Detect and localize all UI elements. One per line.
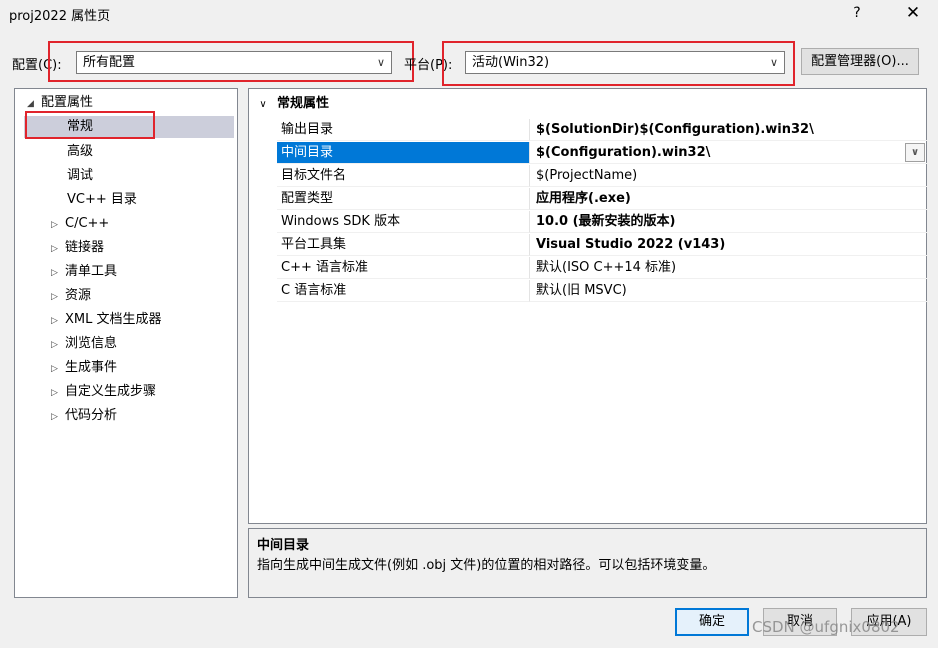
collapsed-triangle-icon[interactable]: ▷ <box>51 286 65 308</box>
property-name: 中间目录 <box>277 142 530 164</box>
property-value[interactable]: $(ProjectName) <box>530 165 927 187</box>
tree-item-label: 自定义生成步骤 <box>65 384 157 399</box>
property-value[interactable]: 默认(旧 MSVC) <box>530 280 927 302</box>
tree-item-label: C/C++ <box>65 216 110 231</box>
ok-button[interactable]: 确定 <box>675 608 749 636</box>
help-button[interactable]: ? <box>845 2 869 24</box>
chevron-down-icon[interactable]: ∨ <box>249 95 277 115</box>
tree-item-xml-doc[interactable]: ▷ XML 文档生成器 <box>51 309 162 331</box>
property-row[interactable]: C++ 语言标准 默认(ISO C++14 标准) <box>277 257 927 280</box>
property-value[interactable]: $(SolutionDir)$(Configuration).win32\ <box>530 119 927 141</box>
collapsed-triangle-icon[interactable]: ▷ <box>51 310 65 332</box>
tree-item-label: 配置属性 <box>41 95 94 110</box>
property-name: 配置类型 <box>277 188 530 210</box>
property-row[interactable]: C 语言标准 默认(旧 MSVC) <box>277 280 927 303</box>
property-row[interactable]: 目标文件名 $(ProjectName) <box>277 165 927 188</box>
tree-item-label: 生成事件 <box>65 360 118 375</box>
property-row[interactable]: 配置类型 应用程序(.exe) <box>277 188 927 211</box>
tree-item-label: XML 文档生成器 <box>65 312 162 327</box>
tree-item-manifest-tool[interactable]: ▷ 清单工具 <box>51 261 117 283</box>
grid-section-header[interactable]: ∨ 常规属性 <box>249 94 329 114</box>
property-value[interactable]: $(Configuration).win32\ ∨ <box>530 142 927 164</box>
property-value-text: $(Configuration).win32\ <box>536 145 711 160</box>
config-manager-button[interactable]: 配置管理器(O)... <box>801 48 919 75</box>
property-value[interactable]: 10.0 (最新安装的版本) <box>530 211 927 233</box>
property-tree: ◢ 配置属性 常规 高级 调试 VC++ 目录 ▷ C/C++ ▷ 链接器 ▷ 清单工具… <box>14 88 238 598</box>
description-title: 中间目录 <box>257 538 310 553</box>
property-row[interactable]: 输出目录 $(SolutionDir)$(Configuration).win3… <box>277 119 927 142</box>
tree-item-label: 链接器 <box>65 240 105 255</box>
tree-item-label: 浏览信息 <box>65 336 118 351</box>
watermark: CSDN @ufgnix0802 <box>752 618 900 636</box>
collapsed-triangle-icon[interactable]: ▷ <box>51 214 65 236</box>
property-name: 目标文件名 <box>277 165 530 187</box>
property-value[interactable]: 应用程序(.exe) <box>530 188 927 210</box>
dropdown-button[interactable]: ∨ <box>905 143 925 162</box>
collapsed-triangle-icon[interactable]: ▷ <box>51 262 65 284</box>
property-name: 输出目录 <box>277 119 530 141</box>
tree-item-resources[interactable]: ▷ 资源 <box>51 285 91 307</box>
property-row[interactable]: Windows SDK 版本 10.0 (最新安装的版本) <box>277 211 927 234</box>
tree-item-c-cpp[interactable]: ▷ C/C++ <box>51 213 109 235</box>
property-name: C++ 语言标准 <box>277 257 530 279</box>
collapsed-triangle-icon[interactable]: ▷ <box>51 334 65 356</box>
property-value[interactable]: 默认(ISO C++14 标准) <box>530 257 927 279</box>
close-button[interactable]: ✕ <box>898 1 928 25</box>
property-name: C 语言标准 <box>277 280 530 302</box>
tree-item-debugging[interactable]: 调试 <box>67 165 93 187</box>
description-text: 指向生成中间生成文件(例如 .obj 文件)的位置的相对路径。可以包括环境变量。 <box>257 558 716 573</box>
tree-item-label: 清单工具 <box>65 264 118 279</box>
tree-item-advanced[interactable]: 高级 <box>67 141 93 163</box>
tree-item-build-events[interactable]: ▷ 生成事件 <box>51 357 117 379</box>
chevron-down-icon: ∨ <box>910 147 920 158</box>
description-panel: 中间目录 指向生成中间生成文件(例如 .obj 文件)的位置的相对路径。可以包括… <box>248 528 927 598</box>
collapsed-triangle-icon[interactable]: ▷ <box>51 406 65 428</box>
collapsed-triangle-icon[interactable]: ▷ <box>51 358 65 380</box>
property-value[interactable]: Visual Studio 2022 (v143) <box>530 234 927 256</box>
annotation-box-general <box>25 111 155 139</box>
tree-item-vc-directories[interactable]: VC++ 目录 <box>67 189 137 211</box>
tree-item-label: 资源 <box>65 288 92 303</box>
tree-item-custom-build[interactable]: ▷ 自定义生成步骤 <box>51 381 156 403</box>
property-row[interactable]: 平台工具集 Visual Studio 2022 (v143) <box>277 234 927 257</box>
property-grid: ∨ 常规属性 输出目录 $(SolutionDir)$(Configuration… <box>248 88 927 524</box>
property-row-selected[interactable]: 中间目录 $(Configuration).win32\ ∨ <box>277 142 927 165</box>
collapsed-triangle-icon[interactable]: ▷ <box>51 382 65 404</box>
tree-item-code-analysis[interactable]: ▷ 代码分析 <box>51 405 117 427</box>
annotation-box-config <box>48 41 414 82</box>
annotation-box-platform <box>442 41 795 86</box>
tree-item-label: 代码分析 <box>65 408 118 423</box>
section-title: 常规属性 <box>277 96 330 111</box>
tree-item-browse-info[interactable]: ▷ 浏览信息 <box>51 333 117 355</box>
tree-item-linker[interactable]: ▷ 链接器 <box>51 237 104 259</box>
property-name: Windows SDK 版本 <box>277 211 530 233</box>
collapsed-triangle-icon[interactable]: ▷ <box>51 238 65 260</box>
window-title: proj2022 属性页 <box>9 9 111 24</box>
property-name: 平台工具集 <box>277 234 530 256</box>
